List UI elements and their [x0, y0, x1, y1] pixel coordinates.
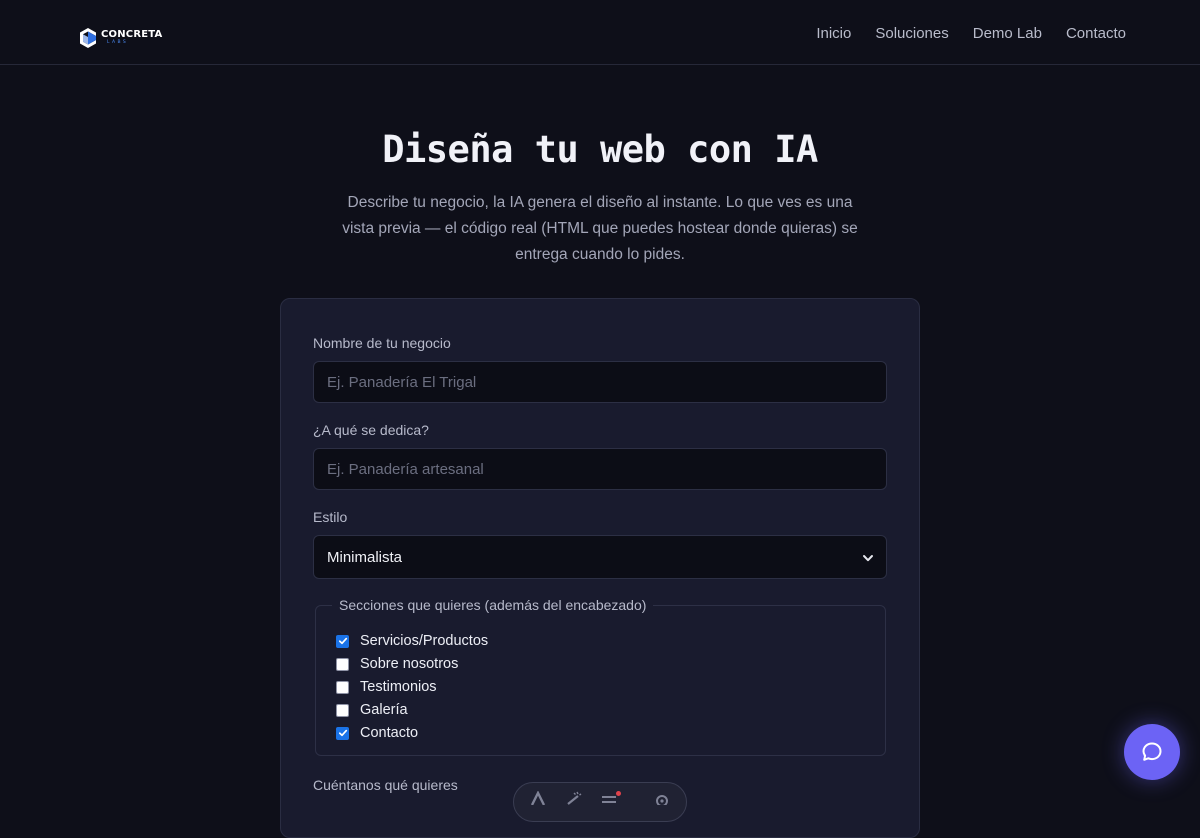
main-nav: Inicio Soluciones Demo Lab Contacto: [816, 22, 1126, 44]
brand-logo[interactable]: CONCRETA LABS: [78, 27, 162, 49]
sections-legend: Secciones que quieres (además del encabe…: [332, 596, 654, 614]
style-select[interactable]: Minimalista: [313, 535, 887, 579]
checkbox-checked[interactable]: [336, 634, 349, 648]
checkmark-icon: [338, 729, 347, 737]
section-option-servicios[interactable]: Servicios/Productos: [336, 631, 488, 651]
business-name-input[interactable]: [313, 361, 887, 403]
section-option-label: Galería: [360, 702, 408, 718]
style-label: Estilo: [313, 509, 348, 525]
page-description: Describe tu negocio, la IA genera el dis…: [342, 194, 858, 263]
section-option-galeria[interactable]: Galería: [336, 700, 408, 720]
checkbox-unchecked[interactable]: [336, 680, 349, 694]
checkbox-unchecked[interactable]: [336, 703, 349, 717]
notification-dot: [616, 791, 621, 796]
lines-icon[interactable]: [600, 791, 621, 805]
sections-fieldset: Secciones que quieres (además del encabe…: [315, 596, 886, 756]
top-navigation-bar: CONCRETA LABS Inicio Soluciones Demo Lab…: [0, 0, 1200, 65]
nav-link-inicio[interactable]: Inicio: [816, 25, 851, 42]
activity-input[interactable]: [313, 448, 887, 490]
section-option-testimonios[interactable]: Testimonios: [336, 677, 437, 697]
text-icon[interactable]: [528, 790, 548, 806]
section-option-contacto[interactable]: Contacto: [336, 723, 418, 743]
style-select-value: Minimalista: [327, 548, 403, 566]
section-option-label: Contacto: [360, 725, 419, 741]
section-option-label: Servicios/Productos: [360, 633, 489, 649]
gear-icon[interactable]: [652, 791, 672, 807]
checkbox-checked[interactable]: [336, 726, 349, 740]
page-title: Diseña tu web con IA: [382, 128, 818, 171]
brand-name: CONCRETA: [101, 29, 163, 41]
magic-wand-icon[interactable]: [564, 791, 584, 805]
nav-link-contacto[interactable]: Contacto: [1066, 25, 1126, 42]
checkbox-unchecked[interactable]: [336, 657, 349, 671]
section-option-label: Testimonios: [360, 679, 437, 695]
section-option-sobre-nosotros[interactable]: Sobre nosotros: [336, 654, 458, 674]
chat-button[interactable]: [1124, 724, 1180, 780]
section-option-label: Sobre nosotros: [360, 656, 459, 672]
details-label: Cuéntanos qué quieres: [313, 777, 458, 793]
checkmark-icon: [338, 637, 347, 645]
activity-label: ¿A qué se dedica?: [313, 422, 429, 438]
chevron-down-icon: [863, 555, 873, 562]
nav-link-soluciones[interactable]: Soluciones: [875, 25, 948, 42]
brand-subname: LABS: [107, 40, 129, 46]
chat-bubble-icon: [1142, 742, 1162, 761]
logo-mark-icon: [80, 28, 96, 48]
nav-link-demo-lab[interactable]: Demo Lab: [973, 25, 1042, 42]
business-name-label: Nombre de tu negocio: [313, 335, 451, 351]
design-form-card: Nombre de tu negocio ¿A qué se dedica? E…: [280, 298, 920, 838]
floating-toolbar: [513, 782, 687, 822]
brand-wordmark: CONCRETA LABS: [101, 30, 162, 46]
